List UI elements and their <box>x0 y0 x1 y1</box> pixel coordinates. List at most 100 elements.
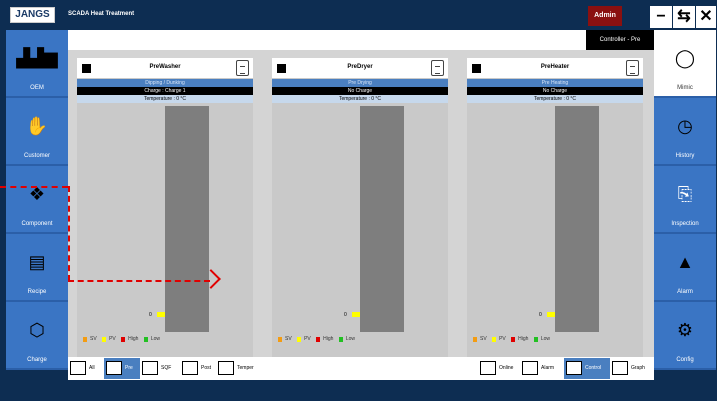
sidebar-item-history[interactable]: ◷ History <box>654 98 716 166</box>
annotation-line <box>68 186 70 281</box>
status-square-icon <box>472 64 481 73</box>
recipe-icon: ▤ <box>28 252 46 272</box>
furnace-double-icon <box>218 360 234 375</box>
tab-all[interactable]: All <box>68 358 104 379</box>
legend-low: Low <box>150 336 160 342</box>
graph-icon <box>612 360 628 375</box>
panel-header: PreDryer <box>272 58 448 78</box>
panel-status: Dipping / Dunking <box>77 79 253 87</box>
panel-status: Pre Heating <box>467 79 643 87</box>
panel-temperature: Temperature : 0 °C <box>77 95 253 103</box>
panel-header: PreHeater <box>467 58 643 78</box>
panel-title: PreDryer <box>347 64 373 70</box>
sv-swatch <box>278 336 282 342</box>
sidebar-item-label: Alarm <box>677 289 693 295</box>
panel-title: PreWasher <box>149 64 181 70</box>
legend-sv: SV <box>285 336 292 342</box>
button-label: Control <box>585 365 602 371</box>
clock-icon: ◷ <box>677 116 693 136</box>
button-label: Online <box>499 365 514 371</box>
panel-status: Pre Drying <box>272 79 448 87</box>
sidebar-item-oem[interactable]: ▟▟▆ OEM <box>6 30 68 98</box>
cube-icon: ⬡ <box>29 320 45 340</box>
panel-header: PreWasher <box>77 58 253 78</box>
furnace-icon <box>106 360 122 375</box>
ring-icon: ◯ <box>674 48 696 68</box>
panel-charge: Charge : Charge 1 <box>77 87 253 95</box>
control-icon <box>566 360 582 375</box>
minimize-icon[interactable]: − <box>650 6 672 28</box>
control-button[interactable]: Control <box>564 358 610 379</box>
app-title: SCADA Heat Treatment <box>68 11 135 17</box>
legend-high: High <box>323 336 334 342</box>
tab-post[interactable]: Post <box>180 358 216 379</box>
hand-icon: ✋ <box>25 116 49 136</box>
sidebar-item-config[interactable]: ⚙ Config <box>654 302 716 370</box>
tab-label: Post <box>201 365 212 371</box>
sidebar-item-mimic[interactable]: ◯ Mimic <box>654 30 716 98</box>
legend-sv: SV <box>90 336 97 342</box>
status-square-icon <box>82 64 91 73</box>
footer-bar <box>0 380 717 401</box>
document-icon[interactable] <box>431 60 444 76</box>
sidebar-item-component[interactable]: ❖ Component <box>6 166 68 234</box>
legend-high: High <box>128 336 139 342</box>
sidebar-item-alarm[interactable]: ▲ Alarm <box>654 234 716 302</box>
legend-low: Low <box>345 336 355 342</box>
panel-charge: No Charge <box>272 87 448 95</box>
panel-temperature: Temperature : 0 °C <box>467 95 643 103</box>
tab-sqf[interactable]: SQF <box>140 358 180 379</box>
graph-button[interactable]: Graph <box>610 358 654 379</box>
controller-label[interactable]: Controller - Pre <box>586 30 654 50</box>
restore-icon[interactable]: ⇆ <box>673 6 695 28</box>
sidebar-item-inspection[interactable]: ⎘ Inspection <box>654 166 716 234</box>
factory-icon: ▟▟▆ <box>16 48 58 68</box>
close-icon[interactable]: ✕ <box>696 6 716 28</box>
button-label: Graph <box>631 365 645 371</box>
sidebar-item-label: Charge <box>27 357 47 363</box>
pv-marker <box>547 312 555 317</box>
gear-icon: ⚙ <box>676 320 694 340</box>
grid-icon <box>70 360 86 375</box>
high-swatch <box>121 336 126 342</box>
legend-sv: SV <box>480 336 487 342</box>
high-swatch <box>316 336 321 342</box>
annotation-line <box>68 280 210 282</box>
tab-temper[interactable]: Temper <box>216 358 262 379</box>
temperature-column <box>360 106 404 332</box>
bell-icon <box>522 360 538 375</box>
sidebar-item-label: Mimic <box>677 85 693 91</box>
sidebar-item-recipe[interactable]: ▤ Recipe <box>6 234 68 302</box>
sidebar-item-label: OEM <box>30 85 44 91</box>
tab-pre[interactable]: Pre <box>104 358 140 379</box>
tab-label: All <box>89 365 95 371</box>
sidebar-item-customer[interactable]: ✋ Customer <box>6 98 68 166</box>
document-icon[interactable] <box>236 60 249 76</box>
pv-swatch <box>492 336 497 342</box>
pv-value: 0 <box>149 312 152 318</box>
sidebar-item-label: Recipe <box>27 289 47 295</box>
bell-icon: ▲ <box>676 252 694 272</box>
sv-swatch <box>83 336 87 342</box>
sidebar-item-charge[interactable]: ⬡ Charge <box>6 302 68 370</box>
left-sidebar: ▟▟▆ OEM ✋ Customer ❖ Component ▤ Recipe … <box>6 30 68 370</box>
inspection-icon: ⎘ <box>677 184 693 204</box>
legend-pv: PV <box>304 336 311 342</box>
legend: SV PV High Low <box>274 336 355 344</box>
pv-marker <box>157 312 165 317</box>
sidebar-item-label: Customer <box>23 153 50 159</box>
alarm-button[interactable]: Alarm <box>520 358 564 379</box>
online-button[interactable]: Online <box>478 358 520 379</box>
main-content: Controller - Pre PreWasher Dipping / Dun… <box>68 30 654 380</box>
temperature-column <box>555 106 599 332</box>
user-badge[interactable]: Admin <box>588 6 622 26</box>
panel-preheater: PreHeater Pre Heating No Charge Temperat… <box>467 58 643 366</box>
sidebar-item-label: History <box>675 153 695 159</box>
panel-title: PreHeater <box>540 64 570 70</box>
annotation-line <box>0 186 68 188</box>
low-swatch <box>533 336 538 342</box>
document-icon[interactable] <box>626 60 639 76</box>
tab-label: SQF <box>161 365 172 371</box>
low-swatch <box>143 336 148 342</box>
right-sidebar: ◯ Mimic ◷ History ⎘ Inspection ▲ Alarm ⚙… <box>654 30 716 370</box>
